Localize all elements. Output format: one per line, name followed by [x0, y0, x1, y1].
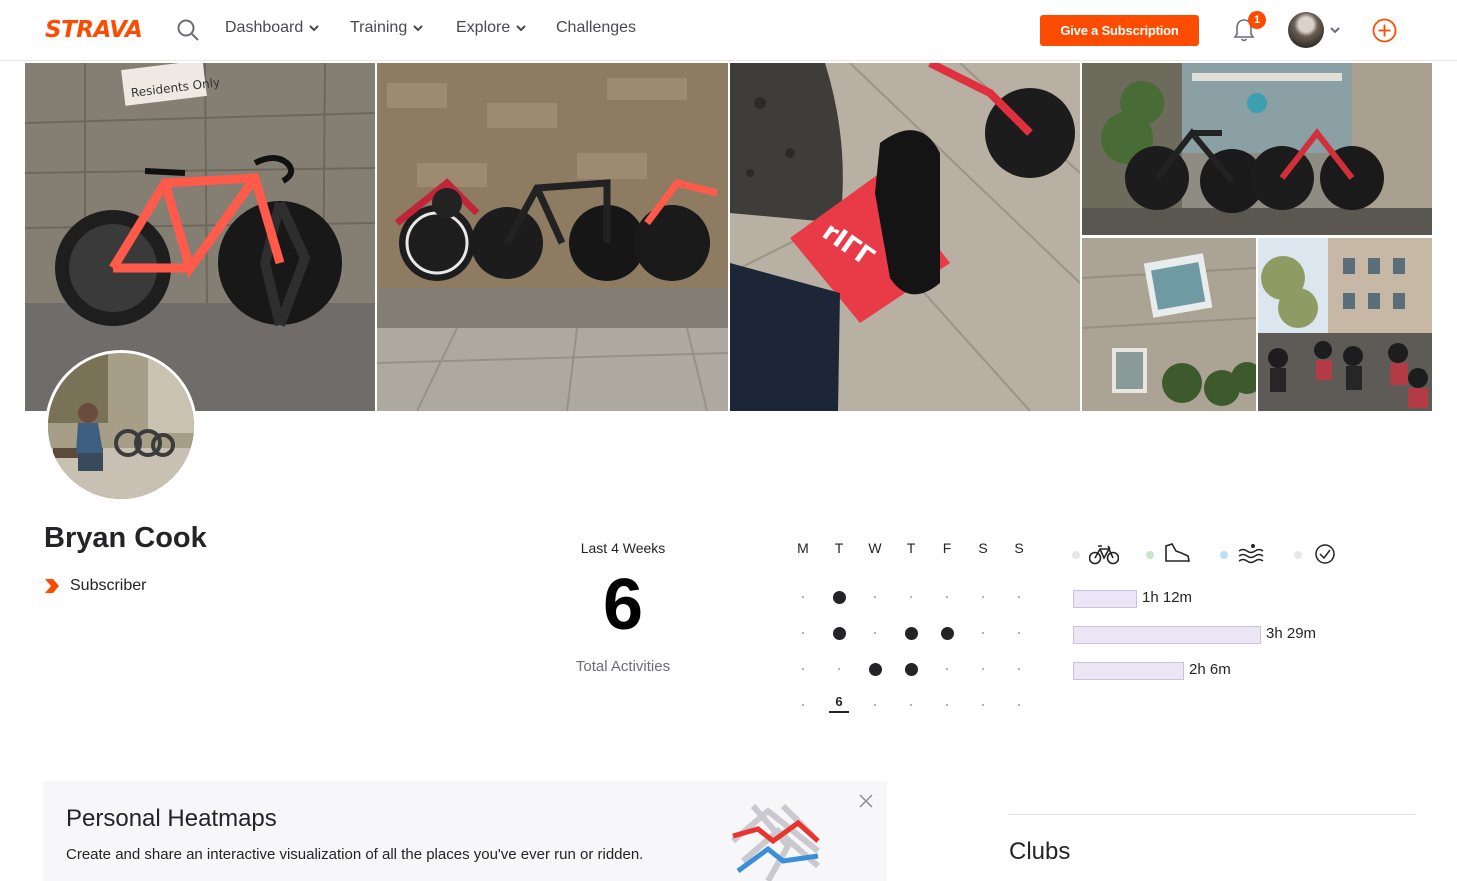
clubs-heading: Clubs: [1009, 838, 1071, 865]
empty-day-dot: [874, 704, 876, 706]
empty-day-dot: [910, 704, 912, 706]
subscriber-label: Subscriber: [70, 577, 147, 594]
subscriber-chevron-icon: [45, 579, 59, 593]
day-header: M: [797, 540, 809, 556]
duration-bar: [1073, 626, 1261, 644]
profile-photo-4[interactable]: [1082, 63, 1432, 235]
empty-day-dot: [802, 704, 804, 706]
activity-dot[interactable]: [940, 626, 954, 640]
empty-day-dot: [1018, 704, 1020, 706]
athlete-name: Bryan Cook: [44, 522, 207, 554]
profile-photo-2[interactable]: [377, 63, 728, 411]
day-header: T: [834, 540, 844, 556]
empty-day-dot: [946, 668, 948, 670]
empty-day-dot: [838, 668, 840, 670]
run-filter-dot[interactable]: [1146, 551, 1154, 559]
nav-explore[interactable]: Explore: [456, 19, 526, 37]
user-avatar[interactable]: [1288, 12, 1324, 48]
chevron-down-icon[interactable]: [1329, 25, 1341, 35]
avatar-photo: [48, 353, 194, 499]
chevron-down-icon: [309, 25, 319, 32]
nav-dashboard[interactable]: Dashboard: [225, 19, 319, 37]
top-nav: STRAVA Dashboard Training Explore Challe…: [0, 0, 1457, 61]
activity-dot[interactable]: [868, 662, 882, 676]
clubs-divider: [1009, 814, 1415, 815]
heatmap-description: Create and share an interactive visualiz…: [66, 846, 644, 863]
day-header: F: [942, 540, 952, 556]
run-shoe-icon[interactable]: [1163, 542, 1191, 564]
duration-bar: [1073, 590, 1137, 608]
empty-day-dot: [1018, 632, 1020, 634]
bike-photo: Residents Only: [25, 63, 375, 411]
empty-day-dot: [874, 632, 876, 634]
bikes-by-door-photo: [1082, 63, 1432, 235]
close-icon[interactable]: [859, 794, 873, 808]
upload-plus-icon[interactable]: [1372, 18, 1397, 43]
chevron-down-icon: [413, 25, 423, 32]
duration-bar: [1073, 662, 1184, 680]
bike-filter-dot[interactable]: [1072, 551, 1080, 559]
pub-sign-photo: [1082, 238, 1256, 411]
empty-day-dot: [946, 596, 948, 598]
profile-photo-6[interactable]: [1258, 238, 1432, 411]
chevron-down-icon: [516, 25, 526, 32]
swim-icon[interactable]: [1237, 543, 1265, 565]
search-icon[interactable]: [176, 18, 200, 42]
empty-day-dot: [982, 668, 984, 670]
duration-label: 3h 29m: [1266, 625, 1317, 642]
nav-training[interactable]: Training: [350, 19, 423, 37]
duration-label: 1h 12m: [1142, 589, 1193, 606]
total-activities-count: 6: [602, 565, 644, 645]
empty-day-dot: [874, 596, 876, 598]
day-header: S: [1014, 540, 1024, 556]
empty-day-dot: [982, 632, 984, 634]
heatmap-title: Personal Heatmaps: [66, 805, 277, 832]
swim-filter-dot[interactable]: [1220, 551, 1228, 559]
profile-photo-1[interactable]: Residents Only: [25, 63, 375, 411]
day-header: S: [978, 540, 988, 556]
empty-day-dot: [802, 668, 804, 670]
profile-photo-5[interactable]: [1082, 238, 1256, 411]
activity-dot[interactable]: [832, 590, 846, 604]
empty-day-dot: [1018, 596, 1020, 598]
group-ride-photo: [1258, 238, 1432, 411]
athlete-avatar[interactable]: [45, 350, 197, 502]
total-activities-label: Total Activities: [575, 658, 671, 675]
activity-dot[interactable]: [832, 626, 846, 640]
other-filter-dot[interactable]: [1294, 551, 1302, 559]
cycling-sock-photo: rIΓΓ: [730, 63, 1080, 411]
current-week-count[interactable]: 6: [829, 694, 849, 713]
notification-badge: 1: [1248, 11, 1266, 29]
stats-period-label: Last 4 Weeks: [580, 540, 666, 556]
heatmap-grid-icon: [731, 803, 820, 881]
subscriber-badge: Subscriber: [44, 577, 146, 595]
bike-icon[interactable]: [1089, 543, 1119, 565]
empty-day-dot: [910, 596, 912, 598]
day-header: T: [906, 540, 916, 556]
activity-dot[interactable]: [904, 662, 918, 676]
duration-label: 2h 6m: [1189, 661, 1231, 678]
empty-day-dot: [802, 632, 804, 634]
nav-challenges[interactable]: Challenges: [556, 19, 636, 37]
activity-dot[interactable]: [904, 626, 918, 640]
empty-day-dot: [1018, 668, 1020, 670]
empty-day-dot: [802, 596, 804, 598]
other-activity-icon[interactable]: [1314, 543, 1336, 565]
strava-logo[interactable]: STRAVA: [45, 17, 143, 43]
empty-day-dot: [982, 704, 984, 706]
personal-heatmaps-card: Personal Heatmaps Create and share an in…: [43, 781, 887, 881]
empty-day-dot: [982, 596, 984, 598]
bikes-against-wall-photo: [377, 63, 728, 411]
empty-day-dot: [946, 704, 948, 706]
profile-photo-3[interactable]: rIΓΓ: [730, 63, 1080, 411]
give-subscription-button[interactable]: Give a Subscription: [1040, 15, 1199, 46]
day-header: W: [868, 540, 882, 556]
